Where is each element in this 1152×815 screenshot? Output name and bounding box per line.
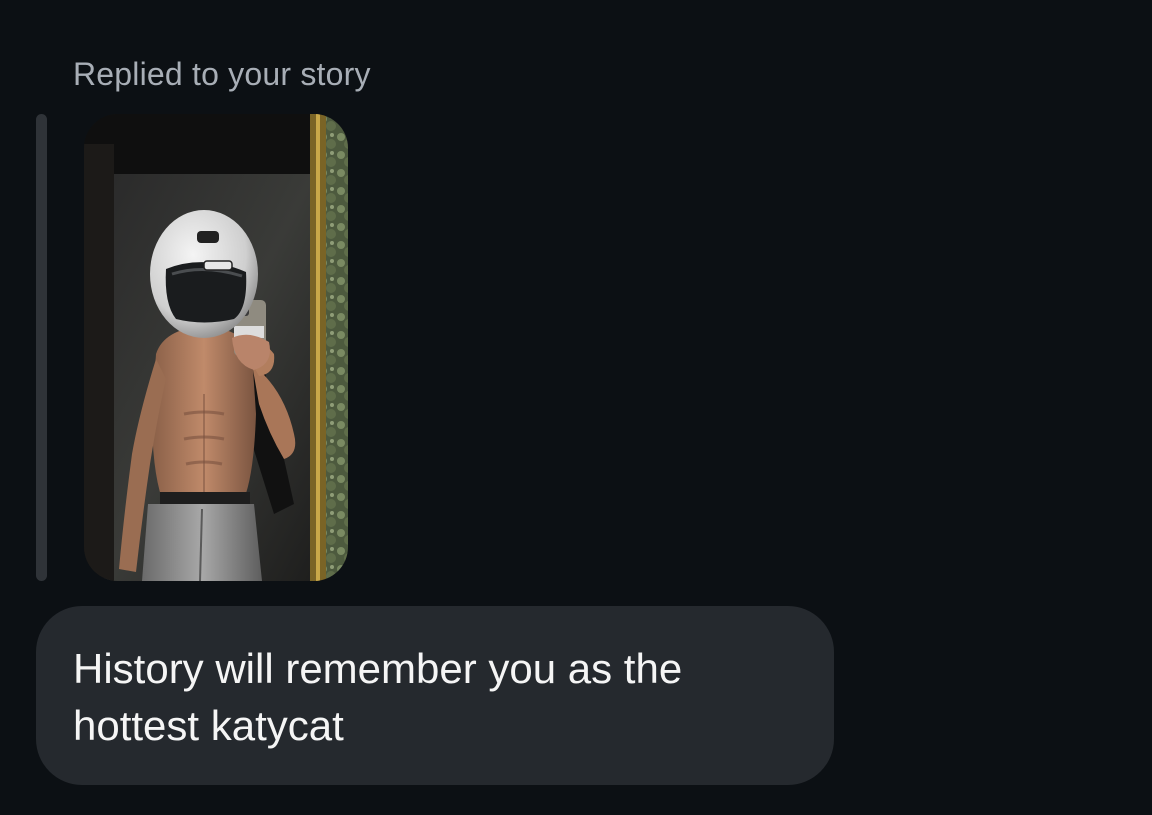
message-text: History will remember you as the hottest… [73, 645, 683, 749]
message-bubble[interactable]: History will remember you as the hottest… [36, 606, 834, 785]
story-photo-icon [84, 114, 348, 581]
story-reply-caption: Replied to your story [73, 56, 371, 92]
dm-conversation-view: Replied to your story History will remem… [0, 0, 1152, 815]
reply-indicator-bar [36, 114, 47, 581]
story-thumbnail[interactable] [84, 114, 348, 581]
